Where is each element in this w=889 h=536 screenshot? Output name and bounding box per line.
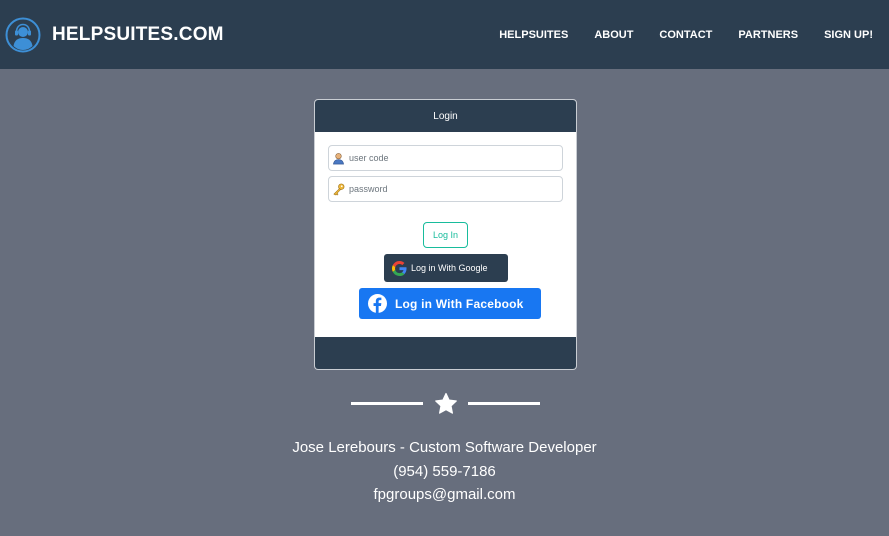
contact-info: Jose Lerebours - Custom Software Develop… <box>0 436 889 507</box>
nav-links: HELPSUITES ABOUT CONTACT PARTNERS SIGN U… <box>473 0 873 69</box>
login-card-footer <box>315 337 576 369</box>
password-input[interactable] <box>349 184 549 194</box>
google-icon <box>392 260 407 276</box>
brand[interactable]: HELPSUITES.COM <box>5 17 224 53</box>
divider-line-left <box>351 402 423 405</box>
password-field[interactable] <box>328 176 563 202</box>
nav-link-contact[interactable]: CONTACT <box>659 29 712 41</box>
nav-link-helpsuites[interactable]: HELPSUITES <box>499 29 568 41</box>
navbar: HELPSUITES.COM HELPSUITES ABOUT CONTACT … <box>0 0 889 69</box>
nav-link-about[interactable]: ABOUT <box>594 29 633 41</box>
headset-agent-icon <box>5 17 41 52</box>
key-icon <box>333 183 345 195</box>
star-icon <box>435 392 457 414</box>
facebook-login-label: Log in With Facebook <box>395 296 524 311</box>
google-login-button[interactable]: Log in With Google <box>384 254 508 282</box>
user-icon <box>333 152 344 164</box>
contact-email: fpgroups@gmail.com <box>373 486 516 503</box>
facebook-icon <box>368 294 387 313</box>
nav-link-sign-up[interactable]: SIGN UP! <box>824 29 873 41</box>
user-code-input[interactable] <box>349 153 549 163</box>
login-title: Login <box>315 100 576 132</box>
log-in-button[interactable]: Log In <box>423 222 468 248</box>
divider-line-right <box>468 402 540 405</box>
google-login-label: Log in With Google <box>411 263 488 273</box>
brand-name[interactable]: HELPSUITES.COM <box>52 24 224 46</box>
facebook-login-button[interactable]: Log in With Facebook <box>359 288 541 319</box>
contact-phone: (954) 559-7186 <box>393 462 496 480</box>
contact-name: Jose Lerebours - Custom Software Develop… <box>292 439 597 456</box>
user-code-field[interactable] <box>328 145 563 171</box>
star-divider <box>351 392 540 416</box>
nav-link-partners[interactable]: PARTNERS <box>738 29 798 41</box>
login-card: Login Log In Log in With Google Log i <box>314 99 577 370</box>
